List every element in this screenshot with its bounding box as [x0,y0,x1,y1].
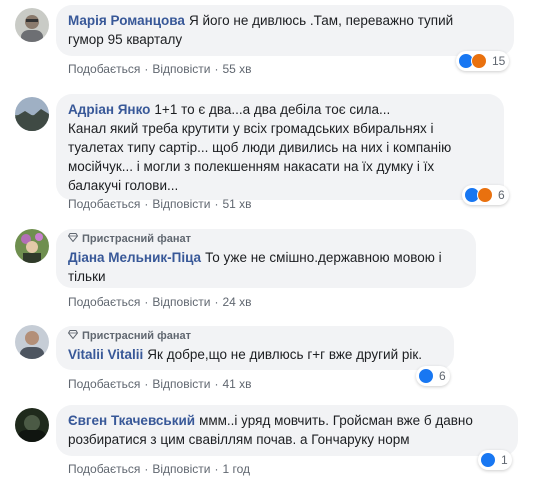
reply-button[interactable]: Відповісти [152,295,210,309]
comment-actions: Подобається · Відповісти · 1 год [68,462,250,476]
reaction-count: 6 [439,369,446,383]
comment-text: Я його не дивлюсь .Там, переважно тупий [188,13,454,28]
comment-timestamp[interactable]: 1 год [222,462,250,476]
reaction-count: 15 [492,54,506,68]
comment-timestamp[interactable]: 51 хв [222,197,251,211]
fan-badge-label: Пристрасний фанат [82,233,191,245]
reply-button[interactable]: Відповісти [152,462,210,476]
comment-author[interactable]: Марія Романцова [68,13,185,28]
comment-text: тільки [68,269,106,284]
comment-author[interactable]: Діана Мельник-Піца [68,250,201,265]
comment-text: гумор 95 кварталу [68,32,183,47]
comment-timestamp[interactable]: 41 хв [222,377,251,391]
comment-text: ммм..і уряд мовчить. Гройсман вже б давн… [199,413,473,428]
comment-timestamp[interactable]: 55 хв [222,62,251,76]
reply-button[interactable]: Відповісти [152,62,210,76]
fan-badge-label: Пристрасний фанат [82,330,191,342]
comment-bubble: Пристрасний фанат Діана Мельник-Піца То у… [56,229,476,288]
comment-actions: Подобається · Відповісти · 55 хв [68,62,252,76]
comment-author[interactable]: Євген Ткачевський [68,413,195,428]
comment-text: мосійчук... і могли з полекшенням накаса… [68,159,435,174]
comment-text: Канал який треба крутити у всіх громадсь… [68,121,434,136]
comment-actions: Подобається · Відповісти · 24 хв [68,295,252,309]
comment-text: розбиратися з цим свавіллям почав. а Гон… [68,432,410,447]
reaction-summary[interactable]: 15 [456,51,510,71]
avatar[interactable] [15,8,49,42]
avatar[interactable] [15,97,49,131]
avatar[interactable] [15,325,49,359]
reaction-count: 1 [501,453,508,467]
angry-reaction-icon [471,53,487,69]
comment-author[interactable]: Адріан Янко [68,102,150,117]
fan-badge[interactable]: Пристрасний фанат [67,232,464,247]
reaction-count: 6 [498,188,505,202]
diamond-icon [67,329,79,344]
like-button[interactable]: Подобається [68,197,140,211]
comment-text: балакучі голови... [68,178,179,193]
comment-text: туалетах типу сартір... щоб люди дивилис… [68,140,452,155]
comment-actions: Подобається · Відповісти · 51 хв [68,197,252,211]
avatar[interactable] [15,408,49,442]
like-reaction-icon [418,368,434,384]
like-button[interactable]: Подобається [68,295,140,309]
like-button[interactable]: Подобається [68,377,140,391]
comment-bubble: Євген Ткачевський ммм..і уряд мовчить. Гр… [56,405,518,456]
fan-badge[interactable]: Пристрасний фанат [67,329,442,344]
comment-bubble: Пристрасний фанат Vitalii Vitalii Як добр… [56,326,454,370]
comment-text: Як добре,що не дивлюсь г+г вже другий рі… [147,347,423,362]
reaction-summary[interactable]: 6 [416,366,450,386]
like-reaction-icon [480,452,496,468]
avatar[interactable] [15,229,49,263]
comment-timestamp[interactable]: 24 хв [222,295,251,309]
reaction-summary[interactable]: 1 [478,450,512,470]
comment-bubble: Марія Романцова Я його не дивлюсь .Там, п… [56,5,514,56]
like-button[interactable]: Подобається [68,62,140,76]
like-button[interactable]: Подобається [68,462,140,476]
comment-actions: Подобається · Відповісти · 41 хв [68,377,252,391]
diamond-icon [67,232,79,247]
reply-button[interactable]: Відповісти [152,197,210,211]
angry-reaction-icon [477,187,493,203]
comment-text: То уже не смішно.державною мовою і [205,250,442,265]
comment-author[interactable]: Vitalii Vitalii [68,347,143,362]
reaction-summary[interactable]: 6 [462,185,509,205]
reply-button[interactable]: Відповісти [152,377,210,391]
comment-bubble: Адріан Янко 1+1 то є два...а два дебіла т… [56,94,504,200]
comment-text: 1+1 то є два...а два дебіла тоє сила... [154,102,391,117]
